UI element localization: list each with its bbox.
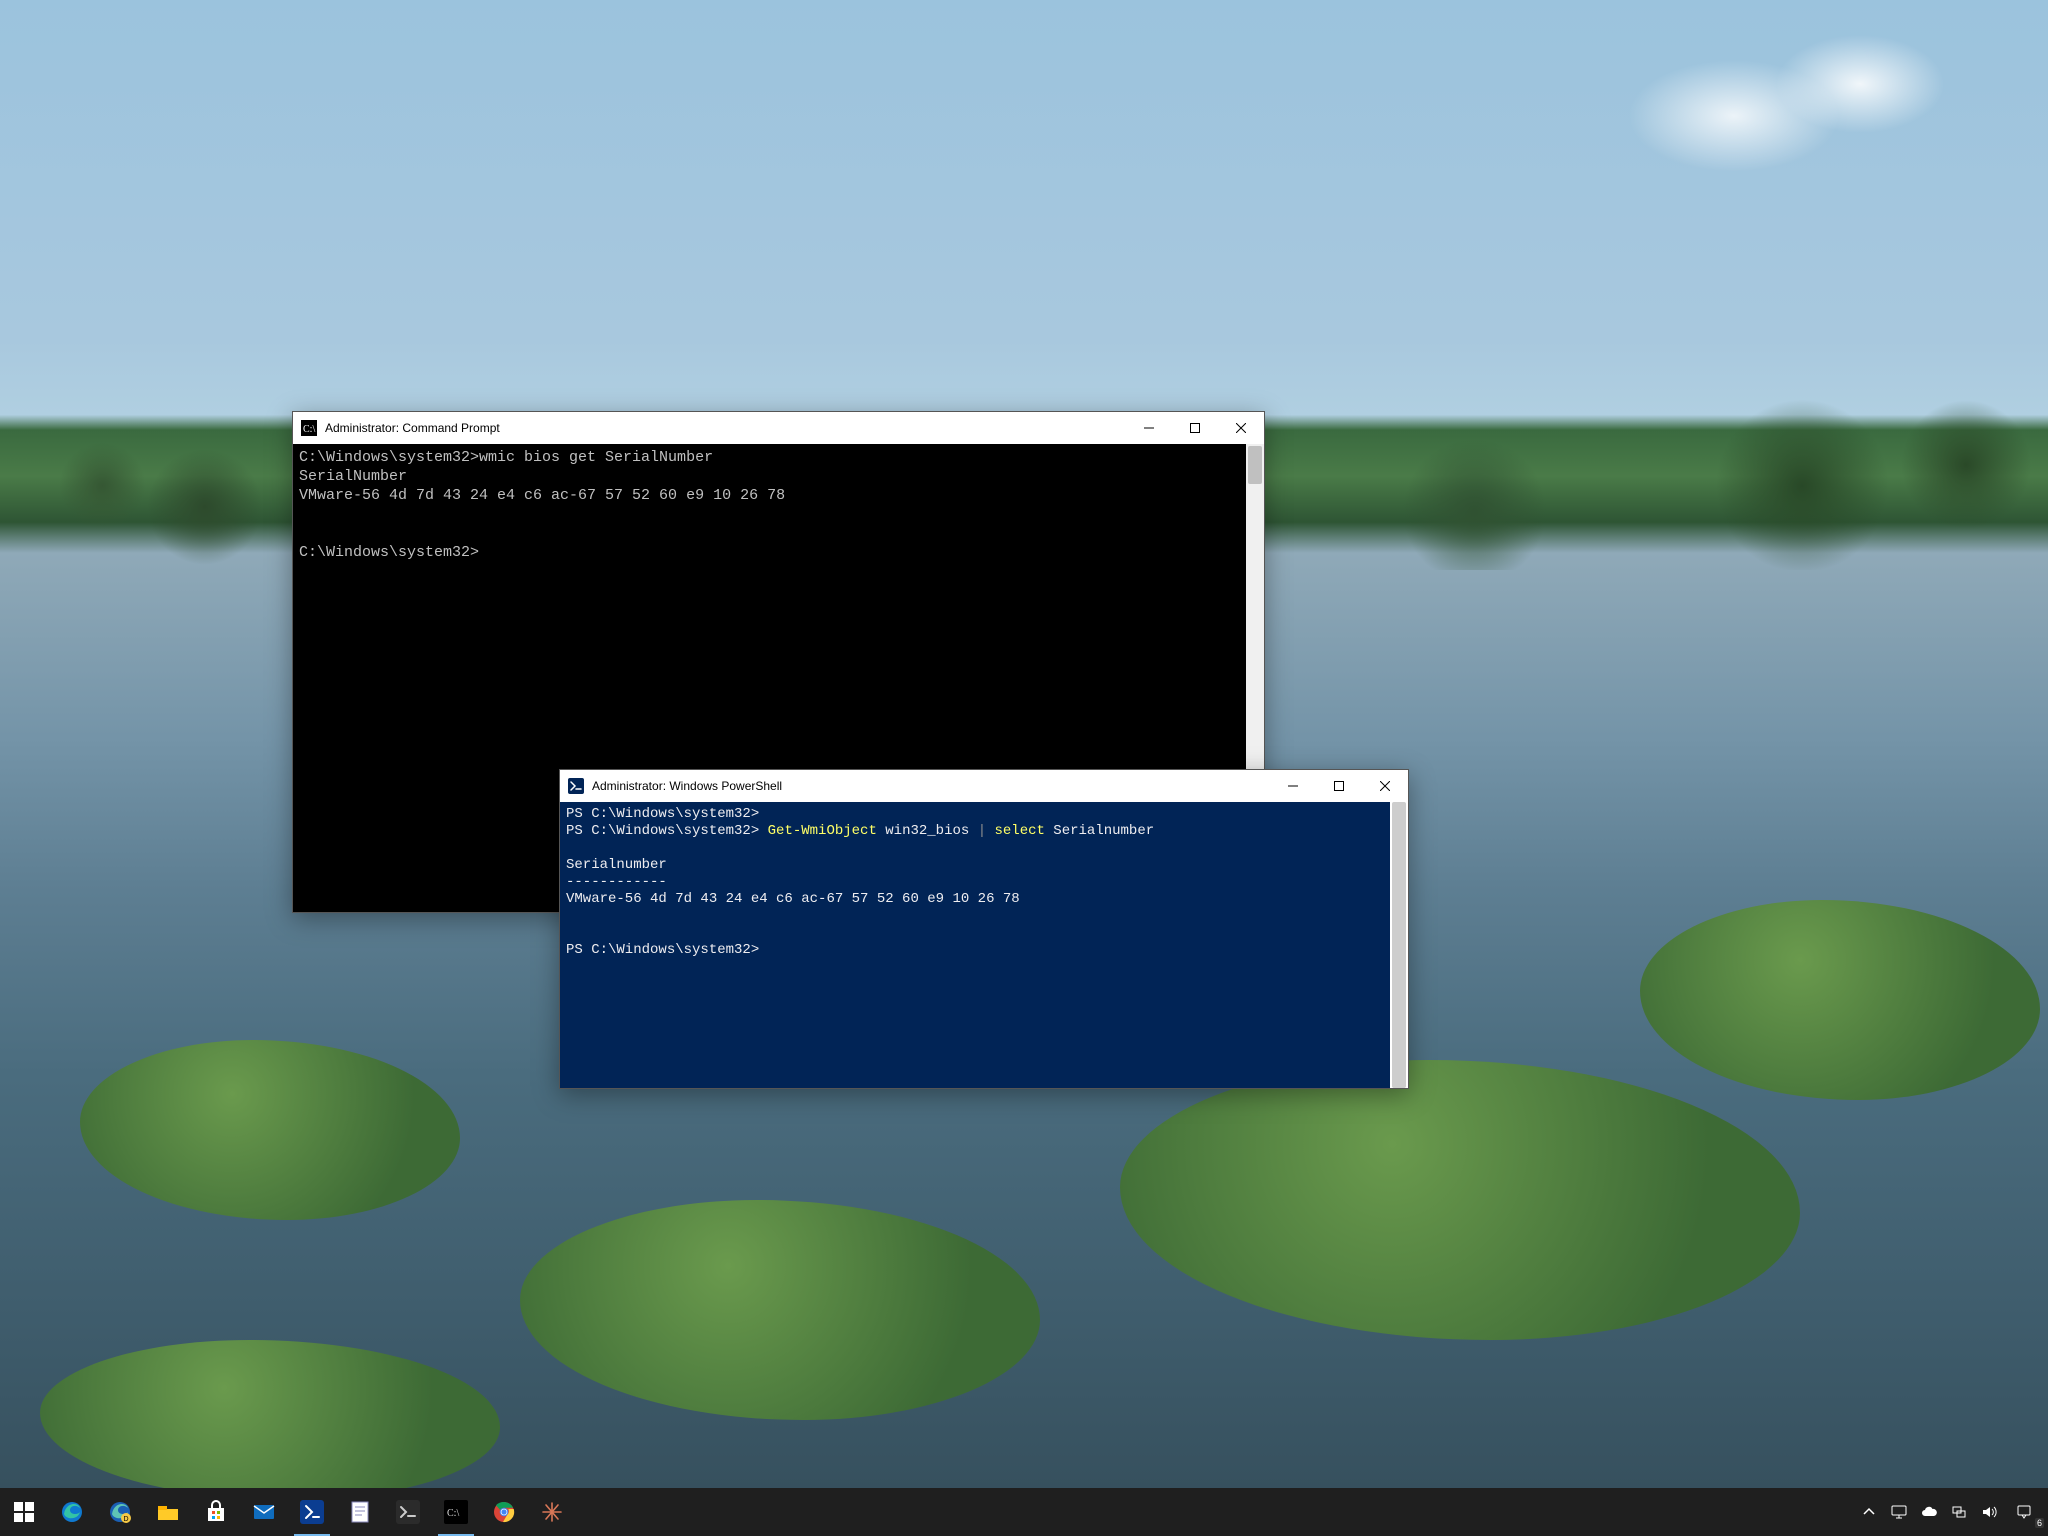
wallpaper-clouds (1608, 20, 2028, 180)
svg-text:C:\: C:\ (303, 424, 315, 435)
notification-count: 6 (2035, 1518, 2044, 1528)
wallpaper-vegetation (40, 1340, 500, 1500)
wallpaper-vegetation (1120, 1060, 1800, 1340)
chrome-icon (492, 1500, 516, 1524)
cmd-scrollbar-thumb[interactable] (1248, 446, 1262, 484)
tray-vm-tools[interactable] (1884, 1488, 1914, 1536)
tray-onedrive[interactable] (1914, 1488, 1944, 1536)
ps-minimize-button[interactable] (1270, 770, 1316, 802)
taskbar-claude[interactable] (528, 1488, 576, 1536)
taskbar: D C:\ (0, 1488, 2048, 1536)
tray-volume[interactable] (1974, 1488, 2004, 1536)
claude-icon (540, 1500, 564, 1524)
tray-action-center[interactable]: 6 (2004, 1488, 2044, 1536)
tray-network[interactable] (1944, 1488, 1974, 1536)
taskbar-mail[interactable] (240, 1488, 288, 1536)
system-tray: 6 (1854, 1488, 2048, 1536)
chevron-up-icon (1861, 1504, 1877, 1520)
speaker-icon (1981, 1504, 1997, 1520)
taskbar-notepad[interactable] (336, 1488, 384, 1536)
wallpaper-vegetation (520, 1200, 1040, 1420)
notepad-icon (348, 1500, 372, 1524)
taskbar-edge-dev[interactable]: D (96, 1488, 144, 1536)
terminal-icon (396, 1500, 420, 1524)
start-button[interactable] (0, 1488, 48, 1536)
taskbar-chrome[interactable] (480, 1488, 528, 1536)
desktop[interactable]: C:\ Administrator: Command Prompt C:\Win… (0, 0, 2048, 1536)
svg-text:C:\: C:\ (447, 1508, 459, 1519)
powershell-icon (568, 778, 584, 794)
taskbar-cmd[interactable]: C:\ (432, 1488, 480, 1536)
ps-scrollbar[interactable] (1390, 802, 1408, 1088)
tray-overflow[interactable] (1854, 1488, 1884, 1536)
ps-scrollbar-thumb[interactable] (1392, 802, 1406, 1088)
taskbar-file-explorer[interactable] (144, 1488, 192, 1536)
powershell-window[interactable]: Administrator: Windows PowerShell PS C:\… (559, 769, 1409, 1089)
wallpaper-vegetation (80, 1040, 460, 1220)
powershell-icon (300, 1500, 324, 1524)
store-icon (204, 1500, 228, 1524)
taskbar-terminal[interactable] (384, 1488, 432, 1536)
taskbar-edge[interactable] (48, 1488, 96, 1536)
edge-dev-icon: D (108, 1500, 132, 1524)
mail-icon (252, 1500, 276, 1524)
cmd-title: Administrator: Command Prompt (325, 421, 1126, 435)
monitor-icon (1891, 1504, 1907, 1520)
taskbar-pinned: D C:\ (0, 1488, 576, 1536)
edge-icon (60, 1500, 84, 1524)
network-icon (1951, 1504, 1967, 1520)
ps-close-button[interactable] (1362, 770, 1408, 802)
cmd-titlebar[interactable]: C:\ Administrator: Command Prompt (293, 412, 1264, 444)
cmd-icon: C:\ (301, 420, 317, 436)
ps-maximize-button[interactable] (1316, 770, 1362, 802)
cmd-icon: C:\ (444, 1500, 468, 1524)
windows-logo-icon (12, 1500, 36, 1524)
taskbar-powershell[interactable] (288, 1488, 336, 1536)
svg-text:D: D (123, 1516, 128, 1523)
ps-output: PS C:\Windows\system32> PS C:\Windows\sy… (560, 802, 1390, 1088)
ps-titlebar[interactable]: Administrator: Windows PowerShell (560, 770, 1408, 802)
cloud-icon (1921, 1504, 1937, 1520)
notification-icon (2016, 1504, 2032, 1520)
cmd-maximize-button[interactable] (1172, 412, 1218, 444)
wallpaper-vegetation (1640, 900, 2040, 1100)
ps-body[interactable]: PS C:\Windows\system32> PS C:\Windows\sy… (560, 802, 1408, 1088)
folder-icon (156, 1500, 180, 1524)
cmd-close-button[interactable] (1218, 412, 1264, 444)
ps-title: Administrator: Windows PowerShell (592, 779, 1270, 793)
taskbar-store[interactable] (192, 1488, 240, 1536)
cmd-minimize-button[interactable] (1126, 412, 1172, 444)
